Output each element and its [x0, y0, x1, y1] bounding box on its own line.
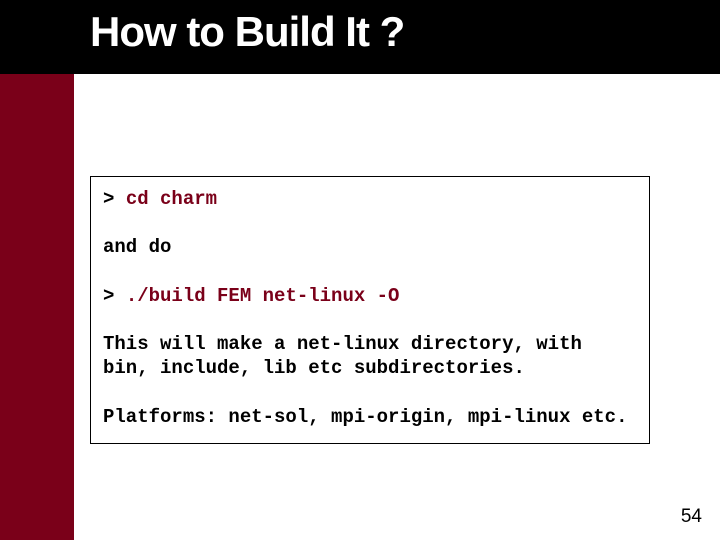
- code-line-3: > ./build FEM net-linux -O: [103, 284, 637, 308]
- page-number: 54: [681, 506, 702, 528]
- code-line-2: and do: [103, 235, 637, 259]
- code-line-1: > cd charm: [103, 187, 637, 211]
- blank-line: [103, 381, 637, 405]
- command: cd charm: [126, 188, 217, 210]
- command: ./build FEM net-linux -O: [126, 285, 400, 307]
- sidebar-accent: [0, 0, 74, 540]
- code-line-4: This will make a net-linux directory, wi…: [103, 332, 637, 381]
- prompt: >: [103, 285, 126, 307]
- code-line-5: Platforms: net-sol, mpi-origin, mpi-linu…: [103, 405, 637, 429]
- blank-line: [103, 260, 637, 284]
- slide-title: How to Build It ?: [90, 8, 404, 56]
- prompt: >: [103, 188, 126, 210]
- blank-line: [103, 211, 637, 235]
- blank-line: [103, 308, 637, 332]
- code-box: > cd charm and do > ./build FEM net-linu…: [90, 176, 650, 444]
- title-bar: How to Build It ?: [0, 0, 720, 74]
- slide: How to Build It ? > cd charm and do > ./…: [0, 0, 720, 540]
